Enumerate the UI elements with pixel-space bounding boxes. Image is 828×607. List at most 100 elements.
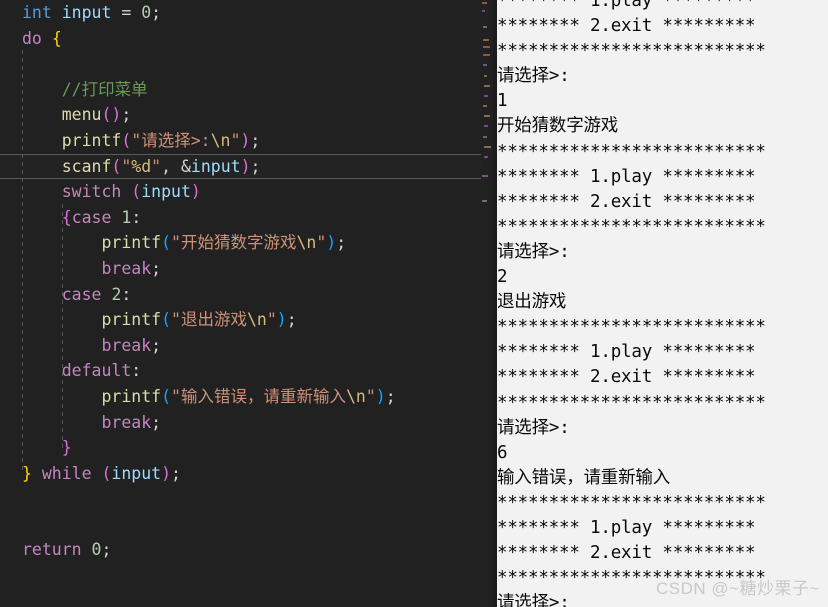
code-token-plain: ;: [121, 105, 132, 125]
code-line[interactable]: printf("输入错误，请重新输入\n");: [0, 384, 493, 410]
minimap-mark: [484, 115, 490, 117]
code-line[interactable]: //打印菜单: [0, 77, 493, 103]
code-token-string: ": [266, 310, 277, 330]
code-line[interactable]: break;: [0, 410, 493, 436]
code-token-variable: input: [111, 463, 162, 483]
code-line[interactable]: [0, 512, 493, 538]
code-token-control: switch: [61, 182, 122, 202]
code-line[interactable]: menu();: [0, 102, 493, 128]
code-token-plain: ;: [336, 233, 347, 253]
code-line[interactable]: printf("请选择>:\n");: [0, 128, 493, 154]
code-token-function: printf: [101, 310, 162, 330]
code-token-brace3: (: [161, 233, 172, 253]
code-token-escape: \n: [296, 233, 317, 253]
code-token-function: menu: [61, 105, 102, 125]
code-line[interactable]: switch (input): [0, 179, 493, 205]
minimap-mark: [482, 2, 487, 4]
console-line: 1: [497, 91, 508, 112]
console-text: ******** 1.play ********* ******** 2.exit…: [497, 0, 828, 607]
console-line: ******** 1.play *********: [497, 166, 756, 187]
code-line[interactable]: printf("退出游戏\n");: [0, 307, 493, 333]
console-line: ******** 1.play *********: [497, 517, 756, 538]
csdn-watermark: CSDN @~糖炒栗子~: [655, 579, 820, 598]
code-line[interactable]: break;: [0, 256, 493, 282]
code-token-string: "开始猜数字游戏: [171, 233, 297, 253]
code-line[interactable]: case 2:: [0, 282, 493, 308]
minimap-mark: [483, 39, 489, 41]
code-line[interactable]: scanf("%d", &input);: [0, 153, 493, 180]
code-token-string: ": [121, 156, 132, 176]
code-token-plain: ;: [151, 3, 162, 22]
code-token-control: break: [101, 412, 152, 432]
minimap-mark: [483, 105, 487, 107]
console-line: 请选择>:: [497, 417, 570, 438]
code-token-brace2: (: [101, 463, 112, 483]
code-line[interactable]: printf("开始猜数字游戏\n");: [0, 230, 493, 256]
code-token-function: printf: [101, 233, 162, 253]
code-token-string: "输入错误，请重新输入: [171, 386, 346, 406]
app-root: int input = 0; do { //打印菜单 menu(); printf…: [0, 0, 828, 607]
code-token-plain: ;: [151, 258, 162, 278]
code-token-control: while: [41, 463, 92, 483]
code-token-variable: input: [61, 3, 112, 22]
code-token-brace2: (: [121, 130, 132, 150]
code-token-string: ": [316, 233, 327, 253]
code-token-plain: ;: [250, 130, 261, 150]
code-token-keyword: int: [22, 3, 52, 22]
code-line[interactable]: }: [0, 435, 493, 461]
console-line: 退出游戏: [497, 292, 567, 313]
code-line[interactable]: int input = 0;: [0, 0, 493, 26]
code-token-plain: , &: [161, 156, 191, 176]
code-line[interactable]: {case 1:: [0, 205, 493, 231]
minimap-mark: [483, 64, 487, 66]
code-token-number: 0: [91, 540, 102, 560]
code-token-variable: input: [141, 182, 191, 202]
minimap-mark: [484, 125, 488, 127]
console-line: **************************: [497, 41, 766, 62]
code-line[interactable]: default:: [0, 358, 493, 384]
code-token-brace3: ): [375, 386, 386, 406]
code-token-brace2: ): [240, 130, 251, 150]
code-line[interactable]: [0, 486, 493, 512]
code-token-string: ": [230, 130, 241, 150]
code-token-brace1: {: [51, 28, 62, 48]
code-token-brace2: {: [61, 207, 72, 227]
code-token-control: case: [61, 284, 102, 304]
code-token-control: return: [22, 540, 82, 560]
code-token-string: "请选择>:: [131, 130, 211, 150]
code-line[interactable]: break;: [0, 333, 493, 359]
code-line[interactable]: } while (input);: [0, 461, 493, 487]
code-line[interactable]: return 0;: [0, 537, 493, 563]
code-line[interactable]: do {: [0, 26, 493, 52]
console-line: **************************: [497, 392, 766, 413]
console-line: ******** 1.play *********: [497, 0, 756, 11]
minimap-mark: [484, 156, 488, 158]
console-line: **************************: [497, 492, 766, 513]
code-token-function: printf: [101, 386, 162, 406]
console-line: 请选择>:: [497, 66, 570, 87]
console-output-pane[interactable]: ******** 1.play ********* ******** 2.exit…: [493, 0, 828, 607]
minimap-mark: [484, 95, 488, 97]
editor-minimap[interactable]: [481, 0, 493, 607]
code-text-area[interactable]: int input = 0; do { //打印菜单 menu(); printf…: [0, 0, 493, 563]
code-token-function: scanf: [61, 156, 112, 176]
code-token-string: ": [365, 386, 376, 406]
console-line: ******** 2.exit *********: [497, 191, 756, 212]
code-token-brace1: }: [22, 463, 32, 483]
console-line: **************************: [497, 317, 766, 338]
code-token-brace2: (): [101, 105, 122, 125]
code-token-control: case: [71, 207, 112, 227]
code-token-brace2: ): [190, 182, 201, 202]
code-editor-pane[interactable]: int input = 0; do { //打印菜单 menu(); printf…: [0, 0, 493, 607]
code-line[interactable]: [0, 51, 493, 77]
code-token-control: default: [61, 361, 132, 381]
